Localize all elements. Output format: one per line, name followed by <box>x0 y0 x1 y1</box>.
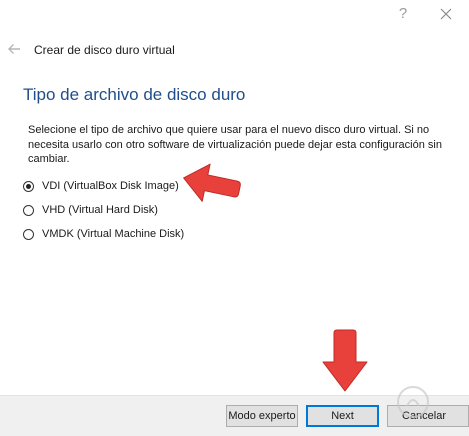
title-bar: ? <box>0 0 469 30</box>
option-vhd-label: VHD (Virtual Hard Disk) <box>42 204 158 216</box>
option-vmdk[interactable]: VMDK (Virtual Machine Disk) <box>23 222 184 246</box>
wizard-title: Crear de disco duro virtual <box>34 43 175 57</box>
annotation-arrow-left-icon <box>183 163 241 202</box>
create-virtual-disk-dialog: ? Crear de disco duro virtual Tipo de ar… <box>0 0 469 436</box>
option-vdi[interactable]: VDI (VirtualBox Disk Image) <box>23 174 184 198</box>
radio-vdi[interactable] <box>23 180 34 192</box>
watermark-logo-icon <box>397 386 429 418</box>
close-button[interactable] <box>430 2 462 26</box>
annotation-arrow-down-icon <box>322 329 368 392</box>
next-button[interactable]: Next <box>306 405 379 427</box>
close-icon <box>440 8 452 20</box>
option-vmdk-label: VMDK (Virtual Machine Disk) <box>42 228 185 240</box>
page-title: Tipo de archivo de disco duro <box>23 85 246 104</box>
expert-mode-button[interactable]: Modo experto <box>226 405 298 427</box>
option-vdi-label: VDI (VirtualBox Disk Image) <box>42 180 179 192</box>
radio-vhd[interactable] <box>23 204 34 216</box>
disk-type-options: VDI (VirtualBox Disk Image) VHD (Virtual… <box>23 174 184 246</box>
back-arrow-icon[interactable] <box>6 41 22 57</box>
option-vhd[interactable]: VHD (Virtual Hard Disk) <box>23 198 184 222</box>
radio-vmdk[interactable] <box>23 228 34 240</box>
help-button[interactable]: ? <box>388 2 418 26</box>
